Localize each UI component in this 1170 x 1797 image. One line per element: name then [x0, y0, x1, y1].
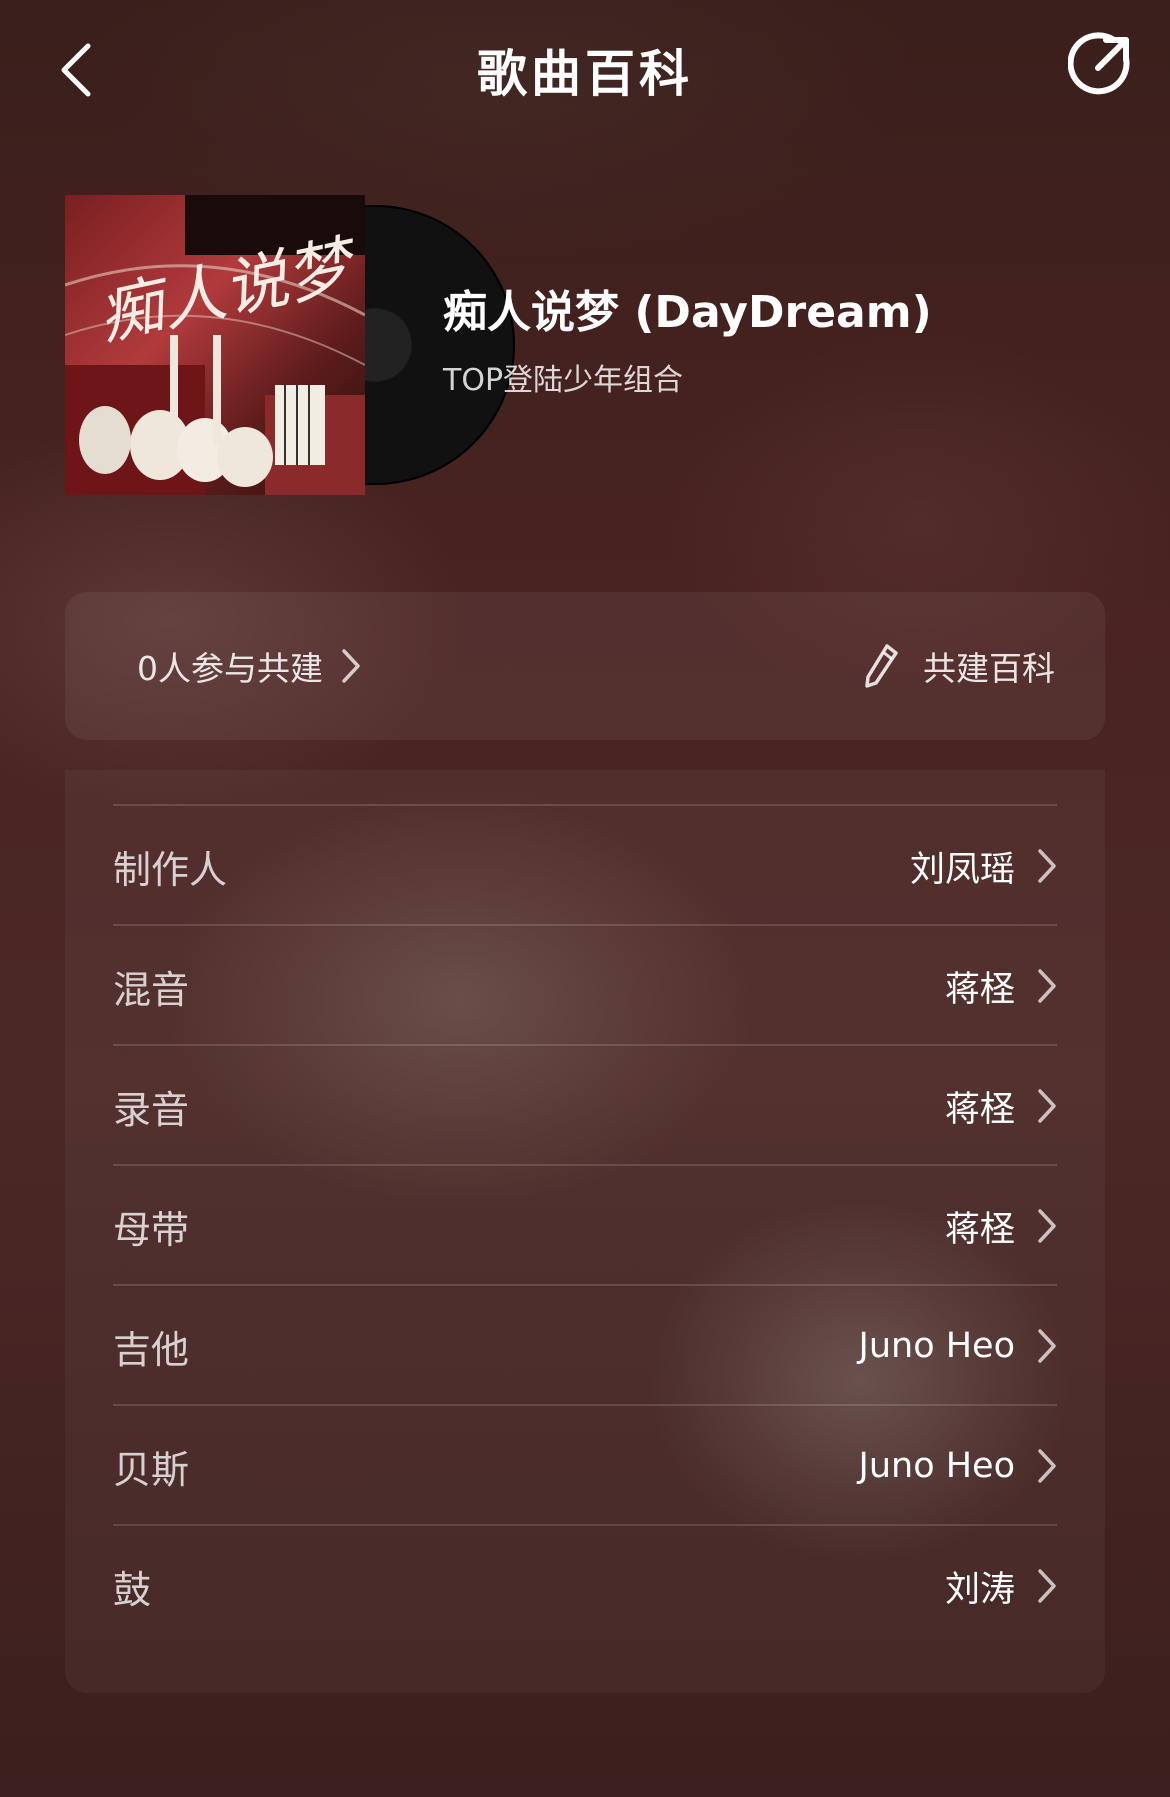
- credit-name: 蒋柽: [944, 1209, 1015, 1250]
- credit-row-bass[interactable]: 贝斯 Juno Heo: [113, 1406, 1057, 1526]
- song-info: 痴人说梦 (DayDream) TOP登陆少年组合: [443, 283, 932, 399]
- credit-role: 制作人: [113, 847, 228, 892]
- credit-role: 录音: [113, 1087, 190, 1132]
- chevron-right-icon: [1038, 1089, 1056, 1123]
- credit-name: 蒋柽: [944, 969, 1015, 1010]
- header: 歌曲百科: [0, 0, 1170, 140]
- credit-role: 混音: [113, 967, 190, 1012]
- credit-name: 刘涛: [944, 1569, 1015, 1610]
- cover-title-text: 痴人说梦: [92, 227, 365, 345]
- share-button[interactable]: [1066, 30, 1136, 100]
- co-edit-label: 共建百科: [923, 649, 1055, 688]
- credit-name: 刘凤瑶: [909, 849, 1015, 890]
- chevron-right-icon: [1038, 1329, 1056, 1363]
- participants-label: 0人参与共建: [137, 649, 323, 688]
- credits-list: 制作人 刘凤瑶 混音 蒋柽 录音 蒋柽 母带 蒋柽 吉他 Juno Heo 贝斯…: [65, 770, 1105, 1693]
- participants-link[interactable]: 0人参与共建: [137, 642, 361, 690]
- chevron-right-icon: [1038, 1449, 1056, 1483]
- chevron-right-icon: [1038, 1569, 1056, 1603]
- credit-name: Juno Heo: [858, 1326, 1016, 1366]
- credit-row-mastering[interactable]: 母带 蒋柽: [113, 1166, 1057, 1286]
- credit-role: 母带: [113, 1207, 190, 1252]
- page-title: 歌曲百科: [477, 45, 693, 103]
- chevron-right-icon: [342, 649, 360, 683]
- credit-role: 贝斯: [113, 1447, 190, 1492]
- credit-row-recording[interactable]: 录音 蒋柽: [113, 1046, 1057, 1166]
- credit-role: 鼓: [113, 1567, 152, 1612]
- chevron-right-icon: [1038, 1209, 1056, 1243]
- pencil-icon: [865, 644, 898, 688]
- contribution-card: 0人参与共建 共建百科: [65, 592, 1105, 740]
- share-icon: [1068, 32, 1130, 95]
- co-edit-button[interactable]: 共建百科: [863, 642, 1055, 690]
- album-artwork[interactable]: 痴人说梦: [65, 195, 515, 495]
- credit-row-guitar[interactable]: 吉他 Juno Heo: [113, 1286, 1057, 1406]
- credit-row-producer[interactable]: 制作人 刘凤瑶: [113, 806, 1057, 926]
- credit-row-mixing[interactable]: 混音 蒋柽: [113, 926, 1057, 1046]
- credit-row-drums[interactable]: 鼓 刘涛: [113, 1526, 1057, 1646]
- album-cover: 痴人说梦: [65, 195, 365, 495]
- credit-name: 蒋柽: [944, 1089, 1015, 1130]
- song-artist[interactable]: TOP登陆少年组合: [443, 355, 932, 399]
- credit-role: 吉他: [113, 1327, 190, 1372]
- chevron-right-icon: [1038, 969, 1056, 1003]
- song-title: 痴人说梦 (DayDream): [443, 287, 932, 338]
- chevron-right-icon: [1038, 849, 1056, 883]
- credit-name: Juno Heo: [858, 1446, 1016, 1486]
